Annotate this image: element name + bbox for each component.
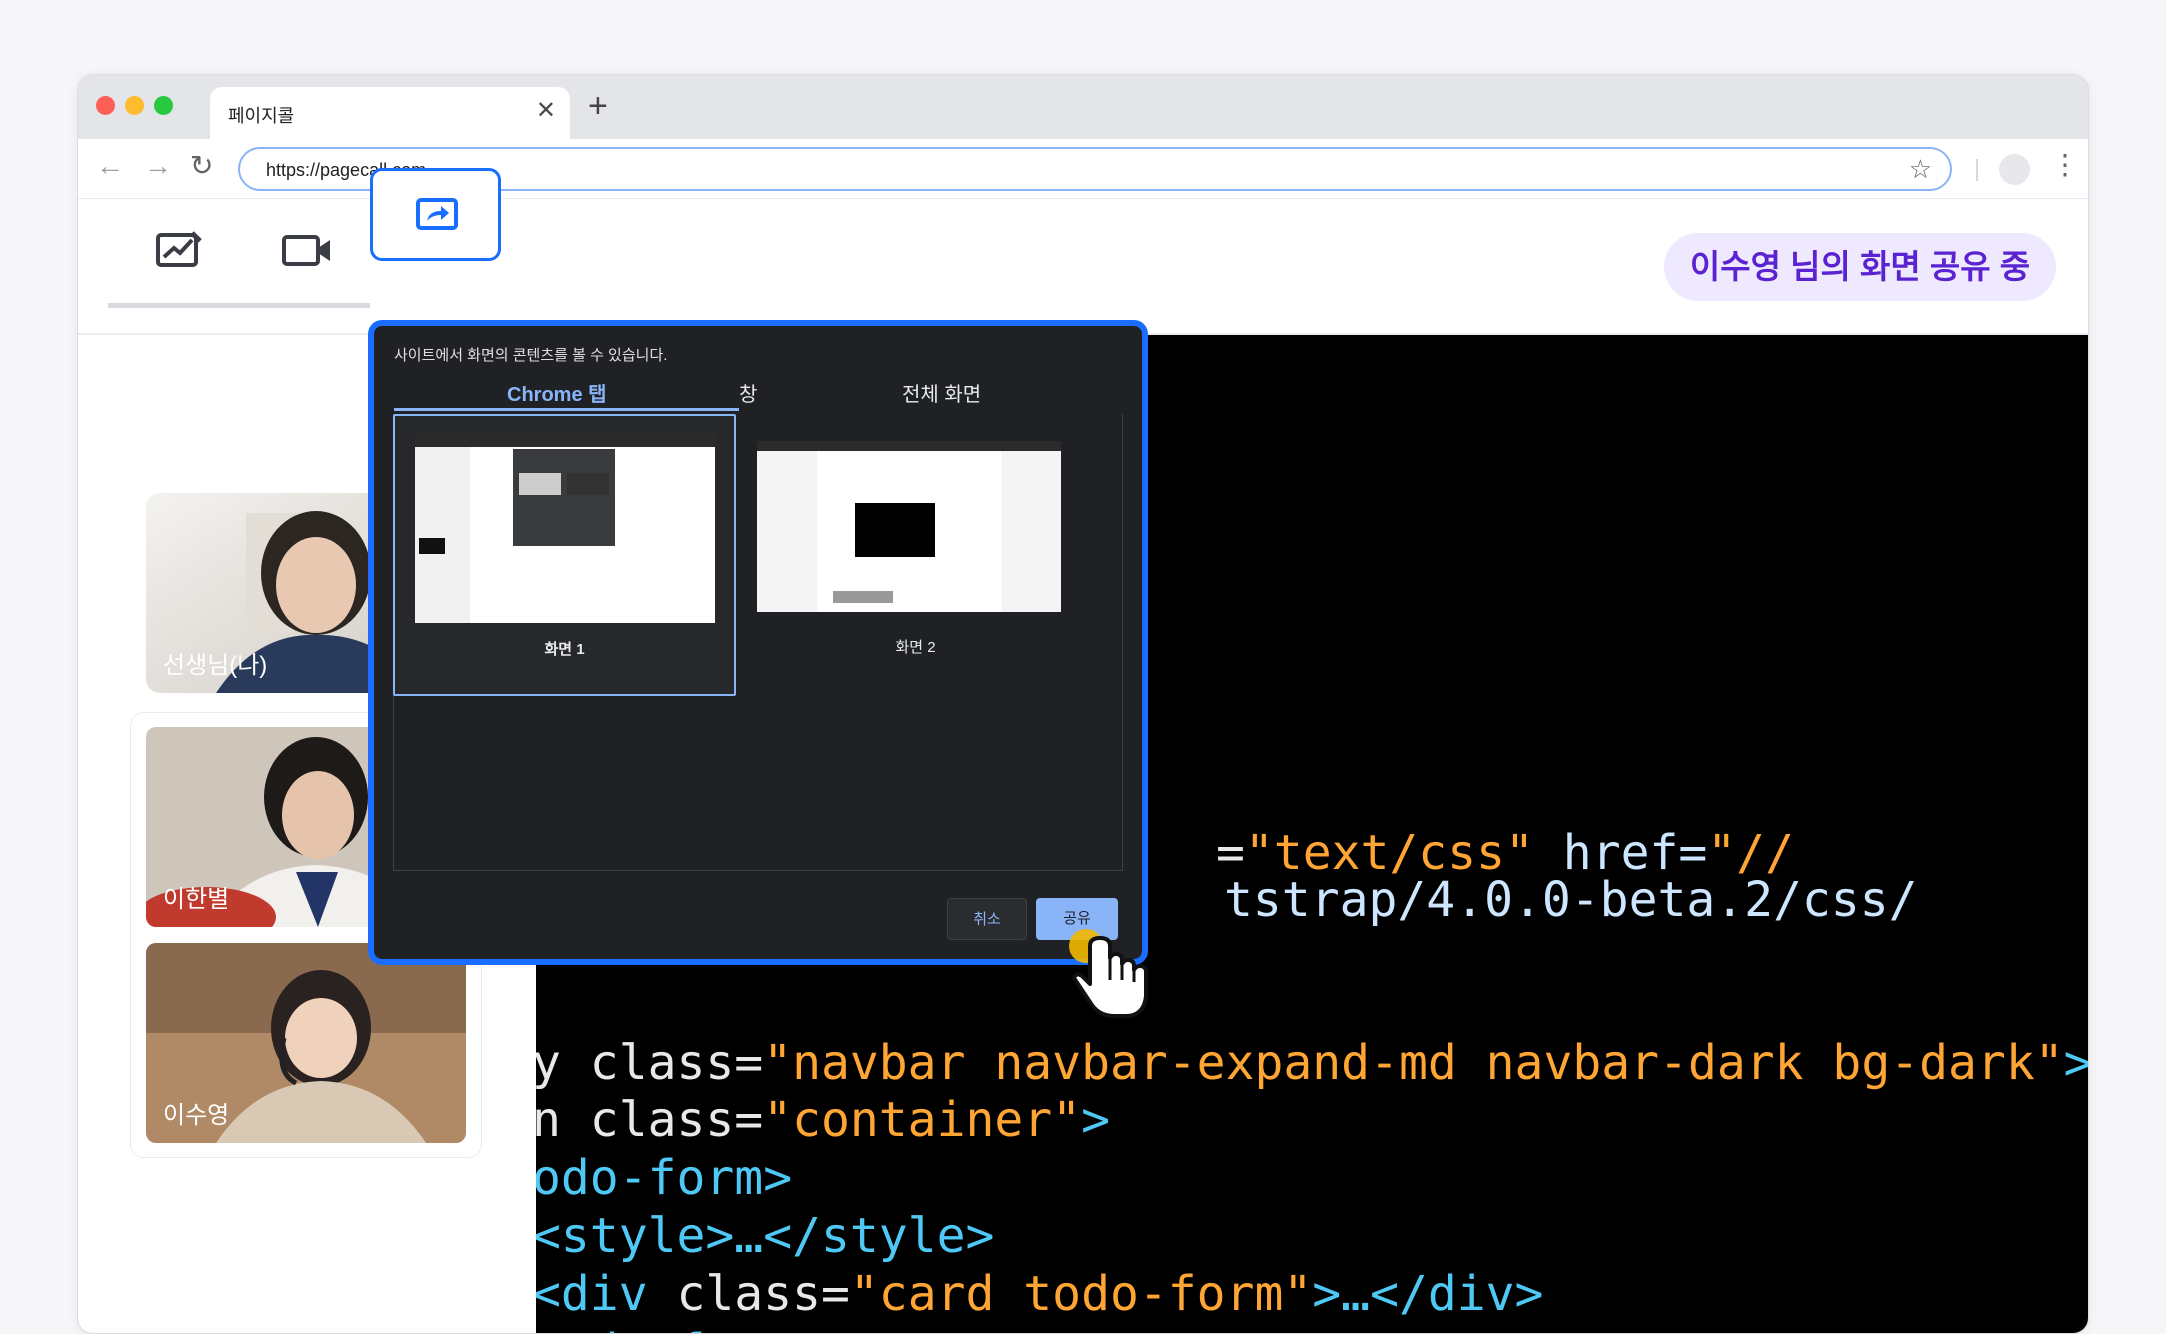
screen-share-button[interactable] [370, 168, 501, 261]
code-line: <div class="card todo-form">…</div> [536, 1266, 1544, 1322]
back-icon[interactable]: ← [96, 152, 124, 180]
screen-2-preview [757, 441, 1061, 612]
close-window-button[interactable] [96, 96, 115, 115]
dialog-heading: 사이트에서 화면의 콘텐츠를 볼 수 있습니다. [394, 347, 668, 364]
participant-name: 이한별 [163, 886, 230, 913]
minimize-window-button[interactable] [125, 96, 144, 115]
whiteboard-icon [156, 231, 202, 267]
maximize-window-button[interactable] [154, 96, 173, 115]
whiteboard-button[interactable] [148, 225, 208, 275]
tab-chrome[interactable]: Chrome 탭 [507, 378, 607, 407]
participant-card[interactable]: 이수영 [146, 943, 466, 1143]
code-line: n class="container"> [536, 1092, 1110, 1148]
video-icon [282, 235, 330, 266]
active-tab-indicator [394, 408, 739, 411]
code-line: odo-form> [536, 1150, 793, 1206]
tab-window[interactable]: 창 [739, 378, 757, 407]
screen-2-label: 화면 2 [895, 639, 936, 656]
more-icon[interactable]: ⋮ [2051, 151, 2079, 179]
forward-icon[interactable]: → [144, 152, 172, 180]
code-line: todo-form> [536, 1324, 821, 1333]
browser-tab[interactable]: 페이지콜 ✕ [210, 87, 570, 139]
screen-share-dialog: 사이트에서 화면의 콘텐츠를 볼 수 있습니다. Chrome 탭 창 전체 화… [368, 320, 1148, 965]
tab-entire-screen[interactable]: 전체 화면 [902, 378, 981, 407]
toolbar-underline [108, 303, 370, 308]
reload-icon[interactable]: ↻ [190, 152, 213, 180]
video-button[interactable] [278, 225, 338, 275]
screen-share-icon [416, 198, 458, 230]
code-line: tstrap/4.0.0-beta.2/css/ [1224, 872, 1918, 928]
screen-1-preview [415, 433, 715, 623]
screen-option-2[interactable]: 화면 2 [744, 414, 1087, 696]
screen-1-label: 화면 1 [544, 641, 585, 658]
tab-title: 페이지콜 [228, 106, 295, 126]
participant-name: 선생님(나) [163, 652, 268, 679]
new-tab-button[interactable]: + [588, 89, 608, 123]
tab-strip: 페이지콜 ✕ + [78, 75, 2088, 139]
code-line: y class="navbar navbar-expand-md navbar-… [536, 1035, 2088, 1091]
screen-option-1[interactable]: 화면 1 [393, 414, 736, 696]
code-line: <style>…</style> [536, 1208, 995, 1264]
participant-name: 이수영 [163, 1102, 230, 1129]
profile-icon[interactable] [1999, 154, 2030, 185]
cancel-button[interactable]: 취소 [947, 898, 1027, 940]
sharing-status-badge: 이수영 님의 화면 공유 중 [1664, 233, 2056, 301]
close-tab-icon[interactable]: ✕ [536, 99, 556, 123]
hand-cursor-icon [1069, 929, 1148, 1018]
toolbar-divider [1976, 159, 1978, 181]
star-icon[interactable]: ☆ [1909, 156, 1932, 182]
